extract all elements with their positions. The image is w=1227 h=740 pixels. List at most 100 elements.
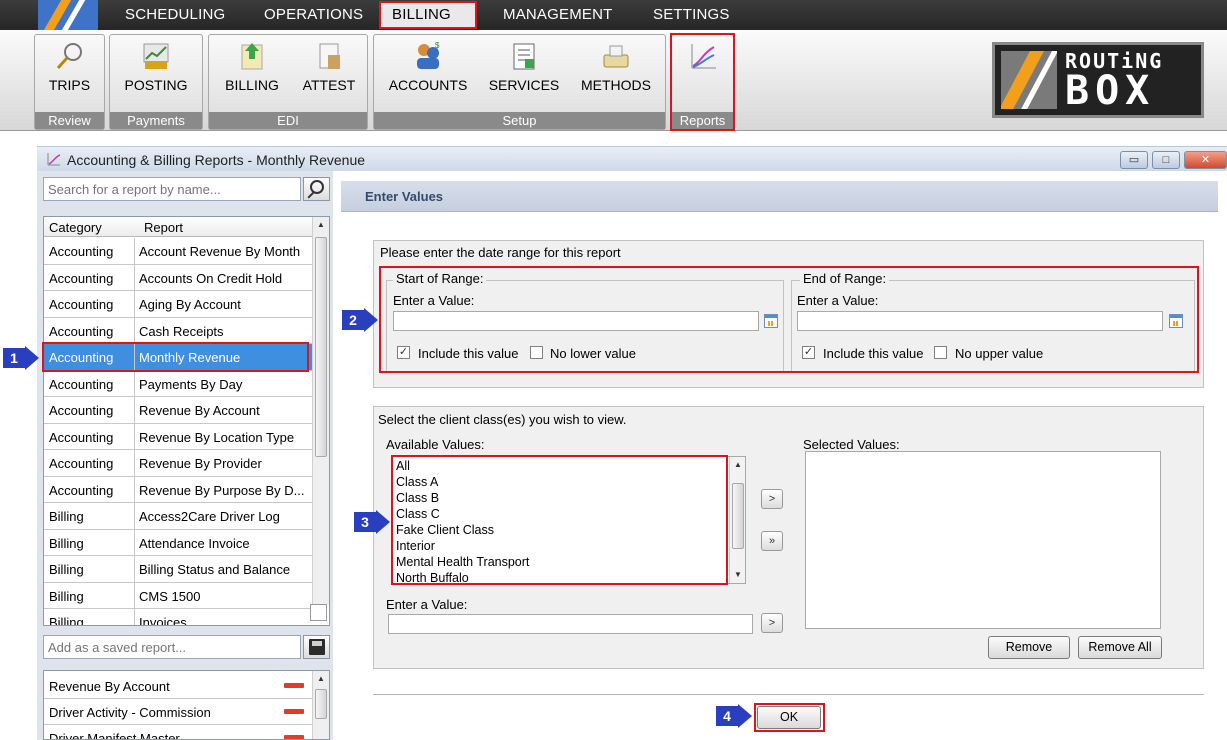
services-button[interactable]: SERVICES bbox=[482, 37, 566, 101]
saved-report-name: Revenue By Account bbox=[49, 679, 170, 694]
report-grid-header: Category Report bbox=[44, 217, 312, 237]
table-row[interactable]: Accounting Accounts On Credit Hold bbox=[44, 264, 312, 291]
report-search-input[interactable] bbox=[43, 177, 301, 201]
date-range-highlight bbox=[379, 266, 1199, 373]
move-one-button[interactable]: > bbox=[761, 489, 783, 509]
row-report: Payments By Day bbox=[139, 376, 243, 392]
posting-label: POSTING bbox=[124, 77, 188, 93]
row-category: Accounting bbox=[49, 429, 114, 445]
billing-icon bbox=[237, 41, 267, 71]
row-category: Billing bbox=[49, 588, 84, 604]
divider bbox=[373, 694, 1204, 695]
table-row[interactable]: Billing Invoices bbox=[44, 609, 312, 626]
ribbon-group-label-payments: Payments bbox=[110, 112, 202, 129]
table-row[interactable]: Accounting Revenue By Purpose By D... bbox=[44, 476, 312, 503]
report-grid-scrollbar[interactable]: ▲ bbox=[312, 217, 329, 605]
saved-reports-list: Revenue By Account Driver Activity - Com… bbox=[43, 670, 330, 740]
selected-values-list[interactable] bbox=[805, 451, 1161, 629]
remove-saved-icon[interactable] bbox=[284, 735, 304, 739]
scroll-up-icon[interactable]: ▲ bbox=[730, 457, 745, 472]
row-category: Accounting bbox=[49, 376, 114, 392]
row-category: Accounting bbox=[49, 403, 114, 418]
trips-button[interactable]: TRIPS bbox=[35, 37, 104, 101]
step-marker-1: 1 bbox=[3, 346, 43, 370]
table-row[interactable]: Accounting Aging By Account bbox=[44, 291, 312, 318]
date-range-prompt: Please enter the date range for this rep… bbox=[380, 245, 621, 260]
minimize-button[interactable]: ▭ bbox=[1120, 151, 1148, 169]
available-values-highlight bbox=[391, 455, 728, 585]
row-category: Accounting bbox=[49, 482, 114, 498]
saved-list-scrollbar[interactable]: ▲ bbox=[312, 671, 329, 739]
class-value-input[interactable] bbox=[388, 614, 753, 634]
available-values-label: Available Values: bbox=[386, 437, 485, 452]
services-label: SERVICES bbox=[488, 77, 560, 93]
billing-ribbon-label: BILLING bbox=[225, 77, 279, 93]
window-title: Accounting & Billing Reports - Monthly R… bbox=[67, 152, 366, 168]
table-row[interactable]: Billing Access2Care Driver Log bbox=[44, 503, 312, 530]
column-report[interactable]: Report bbox=[144, 220, 183, 235]
remove-saved-icon[interactable] bbox=[284, 709, 304, 714]
scroll-up-icon[interactable]: ▲ bbox=[313, 217, 329, 232]
table-row[interactable]: Billing Billing Status and Balance bbox=[44, 556, 312, 583]
svg-text:$: $ bbox=[435, 41, 440, 50]
scroll-down-icon[interactable]: ▼ bbox=[730, 567, 745, 582]
billing-ribbon-button[interactable]: BILLING bbox=[215, 37, 289, 101]
row-report: Accounts On Credit Hold bbox=[139, 270, 283, 286]
save-disk-icon bbox=[309, 639, 325, 655]
saved-report-row[interactable]: Revenue By Account bbox=[44, 673, 312, 699]
ribbon-group-label-edi: EDI bbox=[209, 112, 367, 129]
enter-value-label-2: Enter a Value: bbox=[386, 597, 468, 612]
column-category[interactable]: Category bbox=[49, 220, 102, 235]
menu-settings[interactable]: SETTINGS bbox=[653, 6, 730, 23]
maximize-button[interactable]: □ bbox=[1152, 151, 1180, 169]
trips-icon bbox=[55, 41, 85, 71]
ribbon-group-label-setup: Setup bbox=[374, 112, 665, 129]
table-row[interactable]: Accounting Cash Receipts bbox=[44, 317, 312, 344]
ribbon-group-review: TRIPS Review bbox=[34, 34, 105, 130]
row-report: Invoices bbox=[139, 615, 187, 626]
close-button[interactable]: ✕ bbox=[1184, 151, 1227, 169]
scrollbar-thumb[interactable] bbox=[315, 237, 327, 457]
enter-values-header: Enter Values bbox=[341, 181, 1218, 212]
row-report: Revenue By Purpose By D... bbox=[139, 482, 305, 498]
table-row[interactable]: Accounting Revenue By Location Type bbox=[44, 423, 312, 450]
remove-button[interactable]: Remove bbox=[988, 636, 1070, 659]
menu-management[interactable]: MANAGEMENT bbox=[503, 6, 613, 23]
attest-button[interactable]: ATTEST bbox=[293, 37, 365, 101]
scroll-up-icon[interactable]: ▲ bbox=[313, 671, 329, 686]
table-row[interactable]: Billing CMS 1500 bbox=[44, 582, 312, 609]
table-row[interactable]: Accounting Revenue By Account bbox=[44, 397, 312, 424]
add-value-button[interactable]: > bbox=[761, 613, 783, 633]
saved-report-input[interactable] bbox=[43, 635, 301, 659]
ok-highlight bbox=[754, 703, 825, 732]
saved-report-row[interactable]: Driver Activity - Commission bbox=[44, 699, 312, 725]
table-row[interactable]: Accounting Revenue By Provider bbox=[44, 450, 312, 477]
remove-all-button[interactable]: Remove All bbox=[1078, 636, 1162, 659]
row-category: Accounting bbox=[49, 270, 114, 286]
scrollbar-thumb[interactable] bbox=[315, 689, 327, 719]
table-row[interactable]: Accounting Payments By Day bbox=[44, 370, 312, 397]
ribbon-group-payments: POSTING Payments bbox=[109, 34, 203, 130]
move-all-button[interactable]: » bbox=[761, 531, 783, 551]
ribbon-group-edi: BILLING ATTEST EDI bbox=[208, 34, 368, 130]
saved-report-row[interactable]: Driver Manifest Master bbox=[44, 725, 312, 739]
search-button[interactable] bbox=[303, 177, 330, 201]
remove-saved-icon[interactable] bbox=[284, 683, 304, 688]
row-report: Revenue By Account bbox=[139, 403, 260, 418]
table-row[interactable]: Accounting Account Revenue By Month bbox=[44, 238, 312, 265]
available-values-scrollbar[interactable]: ▲ ▼ bbox=[729, 457, 745, 583]
window-controls: ▭ □ ✕ bbox=[1120, 151, 1227, 169]
save-report-button[interactable] bbox=[303, 635, 330, 659]
row-category: Accounting bbox=[49, 456, 114, 471]
menu-operations[interactable]: OPERATIONS bbox=[264, 6, 363, 23]
posting-button[interactable]: POSTING bbox=[110, 37, 202, 101]
methods-button[interactable]: METHODS bbox=[570, 37, 662, 101]
ribbon-group-setup: $ ACCOUNTS SERVICES METHODS Setup bbox=[373, 34, 666, 130]
row-report: Revenue By Location Type bbox=[139, 429, 295, 445]
step-number: 1 bbox=[3, 348, 25, 368]
menu-billing[interactable]: BILLING bbox=[392, 6, 451, 23]
accounts-button[interactable]: $ ACCOUNTS bbox=[378, 37, 478, 101]
menu-scheduling[interactable]: SCHEDULING bbox=[125, 6, 225, 23]
scrollbar-thumb[interactable] bbox=[732, 483, 744, 549]
table-row[interactable]: Billing Attendance Invoice bbox=[44, 529, 312, 556]
